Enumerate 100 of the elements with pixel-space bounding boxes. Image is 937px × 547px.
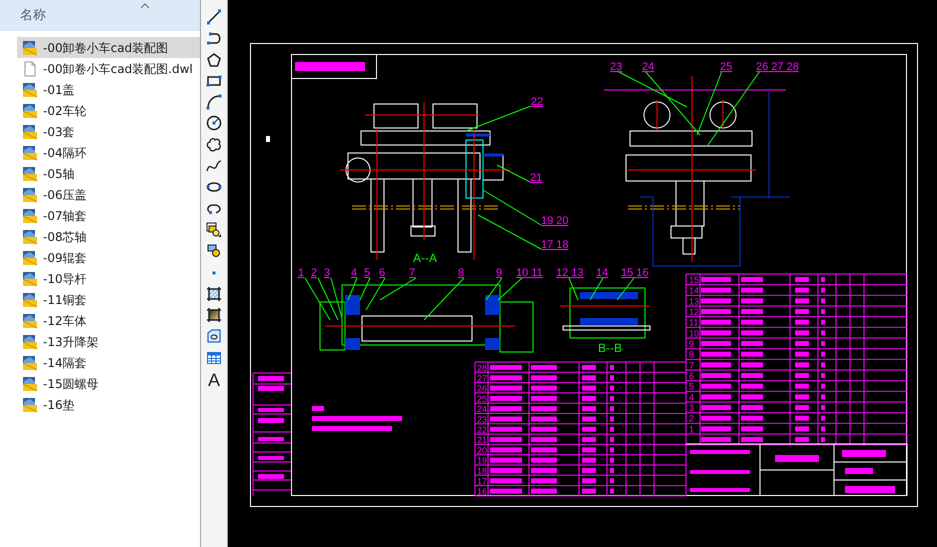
part-row-number: 9 [689, 339, 694, 350]
part-number-label: 3 [324, 267, 330, 279]
part-row-number: 21 [477, 435, 488, 446]
file-list-item[interactable]: -06压盖 [17, 184, 200, 205]
file-icon [22, 60, 38, 76]
drawing-file-icon [22, 144, 38, 160]
part-row-number: 25 [477, 394, 488, 404]
part-row-number: 19 [477, 456, 488, 466]
part-number-label: 9 [496, 267, 502, 279]
rectangle-icon[interactable] [206, 72, 222, 89]
drawing-file-icon [22, 250, 38, 266]
file-list-item[interactable]: -09辊套 [17, 247, 200, 268]
part-row-number: 24 [477, 404, 488, 414]
part-number-label: 7 [409, 267, 416, 279]
part-row-number: 22 [477, 424, 488, 435]
part-row-number: 20 [477, 445, 488, 456]
part-number-label: 12 13 [556, 267, 584, 279]
file-list-item[interactable]: -08芯轴 [17, 226, 200, 247]
drawing-file-icon [22, 334, 38, 350]
part-number-label: 15 16 [621, 267, 649, 279]
file-list-item[interactable]: -10导杆 [17, 268, 200, 289]
hatch-icon[interactable] [206, 286, 222, 302]
file-name: -11铜套 [43, 292, 87, 308]
drawing-file-icon [22, 270, 38, 286]
table-icon[interactable] [206, 350, 222, 366]
drawing-file-icon [22, 396, 38, 412]
section-view-label: B--B [598, 341, 622, 355]
part-row-number: 6 [689, 371, 694, 382]
part-number-label: 1 [298, 267, 304, 279]
file-list-item[interactable]: -15圆螺母 [17, 373, 200, 394]
drawing-file-icon [22, 376, 38, 392]
file-list-item[interactable]: -01盖 [17, 79, 200, 100]
leader-line [590, 278, 604, 300]
file-list-item[interactable]: -00卸卷小车cad装配图 [17, 37, 200, 58]
drawing-file-icon [22, 228, 38, 244]
gradient-icon[interactable] [206, 307, 222, 324]
file-name: -03套 [43, 124, 75, 140]
polyline-tool-icon[interactable] [206, 30, 222, 46]
file-list-item[interactable]: -13升降架 [17, 331, 200, 352]
file-list-item[interactable]: -04隔环 [17, 142, 200, 163]
part-number-label: 5 [364, 267, 370, 279]
file-list-item[interactable]: -05轴 [17, 163, 200, 184]
leader-line [482, 190, 542, 226]
pentagon-icon[interactable] [206, 52, 222, 68]
line-tool-icon[interactable] [206, 9, 222, 25]
part-row-number: 13 [689, 296, 700, 306]
file-name: -05轴 [43, 166, 75, 182]
file-list-item[interactable]: -16垫 [17, 394, 200, 415]
part-row-number: 11 [689, 318, 698, 328]
file-name: -13升降架 [43, 334, 99, 350]
leader-line [568, 278, 578, 300]
drawing-file-icon [22, 208, 38, 224]
section-view-label: A--A [413, 251, 437, 265]
file-name: -10导杆 [43, 270, 87, 288]
cloud-icon[interactable] [206, 136, 222, 153]
file-list-item[interactable]: -11铜套 [17, 289, 200, 310]
file-name: -12车体 [43, 312, 87, 330]
file-list-item[interactable]: -03套 [17, 121, 200, 142]
drawing-file-icon [22, 102, 38, 118]
smudged-drawing-number [295, 62, 365, 71]
part-number-label: 8 [458, 267, 464, 279]
file-list-item[interactable]: -02车轮 [17, 100, 200, 121]
insert-block-icon[interactable] [206, 222, 222, 238]
region-icon[interactable] [206, 328, 222, 344]
file-name: -14隔套 [43, 354, 87, 372]
column-header-label: 名称 [20, 6, 46, 25]
leader-line [616, 278, 634, 300]
part-row-number: 12 [689, 307, 700, 317]
file-name: -09辊套 [43, 250, 87, 266]
part-row-number: 26 [477, 384, 488, 394]
make-block-icon[interactable] [206, 243, 222, 260]
file-name: -00卸卷小车cad装配图 [43, 40, 168, 56]
part-row-number: 7 [689, 360, 694, 370]
leader-line [466, 106, 532, 132]
file-list-item[interactable]: -00卸卷小车cad装配图.dwl [17, 58, 200, 79]
part-row-number: 10 [689, 328, 700, 338]
part-row-number: 28 [477, 363, 488, 373]
leader-line [478, 214, 542, 250]
column-header[interactable]: 名称 [0, 0, 200, 31]
part-row-number: 2 [689, 414, 694, 424]
file-name: -04隔环 [43, 144, 87, 162]
file-name: -06压盖 [43, 186, 87, 204]
drawing-file-icon [22, 166, 38, 182]
file-list-item[interactable]: -07轴套 [17, 205, 200, 226]
leader-line [348, 278, 358, 300]
sort-caret-icon [140, 3, 150, 9]
file-list-item[interactable]: -12车体 [17, 310, 200, 331]
circle-icon[interactable] [206, 115, 222, 132]
drawing-file-icon [22, 40, 38, 56]
file-name: -00卸卷小车cad装配图.dwl [43, 60, 193, 78]
part-number-label: 4 [351, 267, 358, 279]
arc-icon[interactable] [206, 94, 222, 110]
part-number-label: 24 [642, 61, 654, 73]
file-name: -02车轮 [43, 102, 87, 120]
part-row-number: 1 [689, 424, 694, 434]
file-name: -01盖 [43, 82, 75, 98]
file-list-item[interactable]: -14隔套 [17, 352, 200, 373]
text-tool-button[interactable]: A [208, 371, 220, 390]
part-number-label: 10 11 [516, 267, 543, 279]
drawing-file-icon [22, 354, 38, 370]
